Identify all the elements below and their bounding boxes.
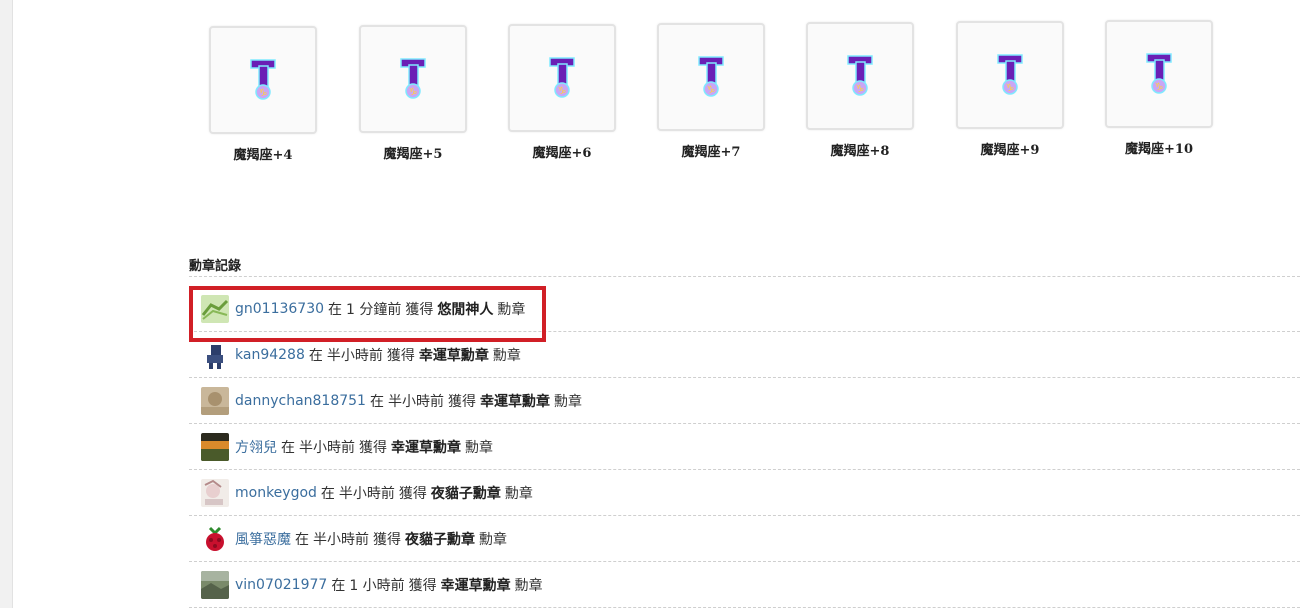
record-list: gn01136730 在 1 分鐘前 獲得 悠閒神人 勳章 kan94288 在… <box>189 286 1300 608</box>
badge-frame[interactable]: ♑ <box>956 21 1064 129</box>
user-link[interactable]: 風箏惡魔 <box>235 529 291 549</box>
capricorn-badge-icon: ♑ <box>400 58 426 99</box>
record-badge-name: 夜貓子勳章 <box>405 531 475 548</box>
record-time: 半小時前 <box>299 439 355 456</box>
record-badge-name: 幸運草勳章 <box>440 577 511 594</box>
record-text: 在 <box>328 301 343 318</box>
record-time: 半小時前 <box>313 531 369 548</box>
user-link[interactable]: monkeygod <box>235 485 317 501</box>
badge-frame[interactable]: ♑ <box>508 24 616 132</box>
avatar[interactable] <box>201 478 229 507</box>
record-text: 獲得 <box>398 485 427 502</box>
record-text: 在 <box>281 439 295 456</box>
list-item: 方翎兒 在 半小時前 獲得 幸運草勳章 勳章 <box>189 424 1300 470</box>
record-text: 獲得 <box>386 347 415 364</box>
record-text: 勳章 <box>492 347 521 364</box>
user-link[interactable]: vin07021977 <box>235 577 327 593</box>
badge-item[interactable]: ♑ 魔羯座+6 <box>497 24 627 161</box>
record-time: 半小時前 <box>326 347 383 364</box>
badge-item[interactable]: ♑ 魔羯座+7 <box>646 23 776 160</box>
record-badge-name: 幸運草勳章 <box>418 347 489 364</box>
record-text: 在 <box>308 347 323 364</box>
record-text: 獲得 <box>405 301 434 318</box>
record-text: 勳章 <box>479 531 507 548</box>
record-text: 勳章 <box>514 577 543 594</box>
avatar[interactable] <box>201 524 229 553</box>
record-text: 在 <box>331 577 346 594</box>
record-text: 獲得 <box>408 577 437 594</box>
capricorn-badge-icon: ♑ <box>847 55 873 96</box>
svg-text:♑: ♑ <box>707 85 716 96</box>
record-time: 1 分鐘前 <box>346 301 402 318</box>
user-link[interactable]: 方翎兒 <box>235 437 277 457</box>
avatar[interactable] <box>201 386 229 415</box>
badge-frame[interactable]: ♑ <box>1105 20 1213 128</box>
record-text: 勳章 <box>465 439 493 456</box>
record-text: 獲得 <box>373 531 401 548</box>
capricorn-badge-icon: ♑ <box>250 59 276 100</box>
badge-name: 魔羯座+6 <box>532 146 592 161</box>
records-title: 勳章記錄 <box>189 259 242 274</box>
svg-text:♑: ♑ <box>856 84 865 95</box>
list-item: gn01136730 在 1 分鐘前 獲得 悠閒神人 勳章 <box>189 286 1300 332</box>
badge-item[interactable]: ♑ 魔羯座+8 <box>795 22 925 159</box>
svg-text:♑: ♑ <box>558 86 567 97</box>
record-time: 半小時前 <box>338 485 395 502</box>
badge-grid: ♑ 魔羯座+4 ♑ 魔羯座+5 ♑ 魔羯座+6 ♑ 魔羯座+7 ♑ 魔羯座+8 … <box>198 18 1228 168</box>
record-text: 獲得 <box>447 393 476 410</box>
left-panel-edge <box>0 0 13 608</box>
record-badge-name: 幸運草勳章 <box>479 393 550 410</box>
avatar[interactable] <box>201 340 229 369</box>
svg-text:♑: ♑ <box>1006 83 1015 94</box>
badge-item[interactable]: ♑ 魔羯座+4 <box>198 26 328 163</box>
badge-name: 魔羯座+7 <box>681 145 741 160</box>
record-text: 勳章 <box>497 301 526 318</box>
avatar[interactable] <box>201 570 229 599</box>
record-time: 1 小時前 <box>349 577 405 594</box>
record-badge-name: 悠閒神人 <box>437 301 494 318</box>
record-text: 勳章 <box>553 393 582 410</box>
avatar[interactable] <box>201 294 229 323</box>
list-item: kan94288 在 半小時前 獲得 幸運草勳章 勳章 <box>189 332 1300 378</box>
record-time: 半小時前 <box>387 393 444 410</box>
badge-frame[interactable]: ♑ <box>359 25 467 133</box>
record-text: 獲得 <box>359 439 387 456</box>
record-badge-name: 幸運草勳章 <box>391 439 461 456</box>
capricorn-badge-icon: ♑ <box>698 56 724 97</box>
badge-name: 魔羯座+8 <box>830 144 890 159</box>
list-item: vin07021977 在 1 小時前 獲得 幸運草勳章 勳章 <box>189 562 1300 608</box>
list-item: monkeygod 在 半小時前 獲得 夜貓子勳章 勳章 <box>189 470 1300 516</box>
list-item: 風箏惡魔 在 半小時前 獲得 夜貓子勳章 勳章 <box>189 516 1300 562</box>
avatar[interactable] <box>201 432 229 461</box>
badge-item[interactable]: ♑ 魔羯座+5 <box>348 25 478 162</box>
badge-frame[interactable]: ♑ <box>209 26 317 134</box>
capricorn-badge-icon: ♑ <box>997 54 1023 95</box>
user-link[interactable]: gn01136730 <box>235 301 324 317</box>
badge-name: 魔羯座+4 <box>233 148 293 163</box>
user-link[interactable]: kan94288 <box>235 347 305 363</box>
badge-frame[interactable]: ♑ <box>657 23 765 131</box>
svg-text:♑: ♑ <box>259 88 268 99</box>
badge-item[interactable]: ♑ 魔羯座+10 <box>1094 20 1224 157</box>
svg-text:♑: ♑ <box>409 87 418 98</box>
list-item: dannychan818751 在 半小時前 獲得 幸運草勳章 勳章 <box>189 378 1300 424</box>
badge-name: 魔羯座+5 <box>383 147 443 162</box>
record-badge-name: 夜貓子勳章 <box>430 485 501 502</box>
badge-name: 魔羯座+9 <box>980 143 1040 158</box>
record-text: 在 <box>369 393 384 410</box>
user-link[interactable]: dannychan818751 <box>235 393 366 409</box>
record-text: 勳章 <box>504 485 533 502</box>
capricorn-badge-icon: ♑ <box>1146 53 1172 94</box>
badge-name: 魔羯座+10 <box>1125 142 1193 157</box>
record-text: 在 <box>320 485 335 502</box>
svg-text:♑: ♑ <box>1155 82 1164 93</box>
record-text: 在 <box>295 531 309 548</box>
badge-frame[interactable]: ♑ <box>806 22 914 130</box>
badge-item[interactable]: ♑ 魔羯座+9 <box>945 21 1075 158</box>
capricorn-badge-icon: ♑ <box>549 57 575 98</box>
divider <box>189 276 1300 277</box>
